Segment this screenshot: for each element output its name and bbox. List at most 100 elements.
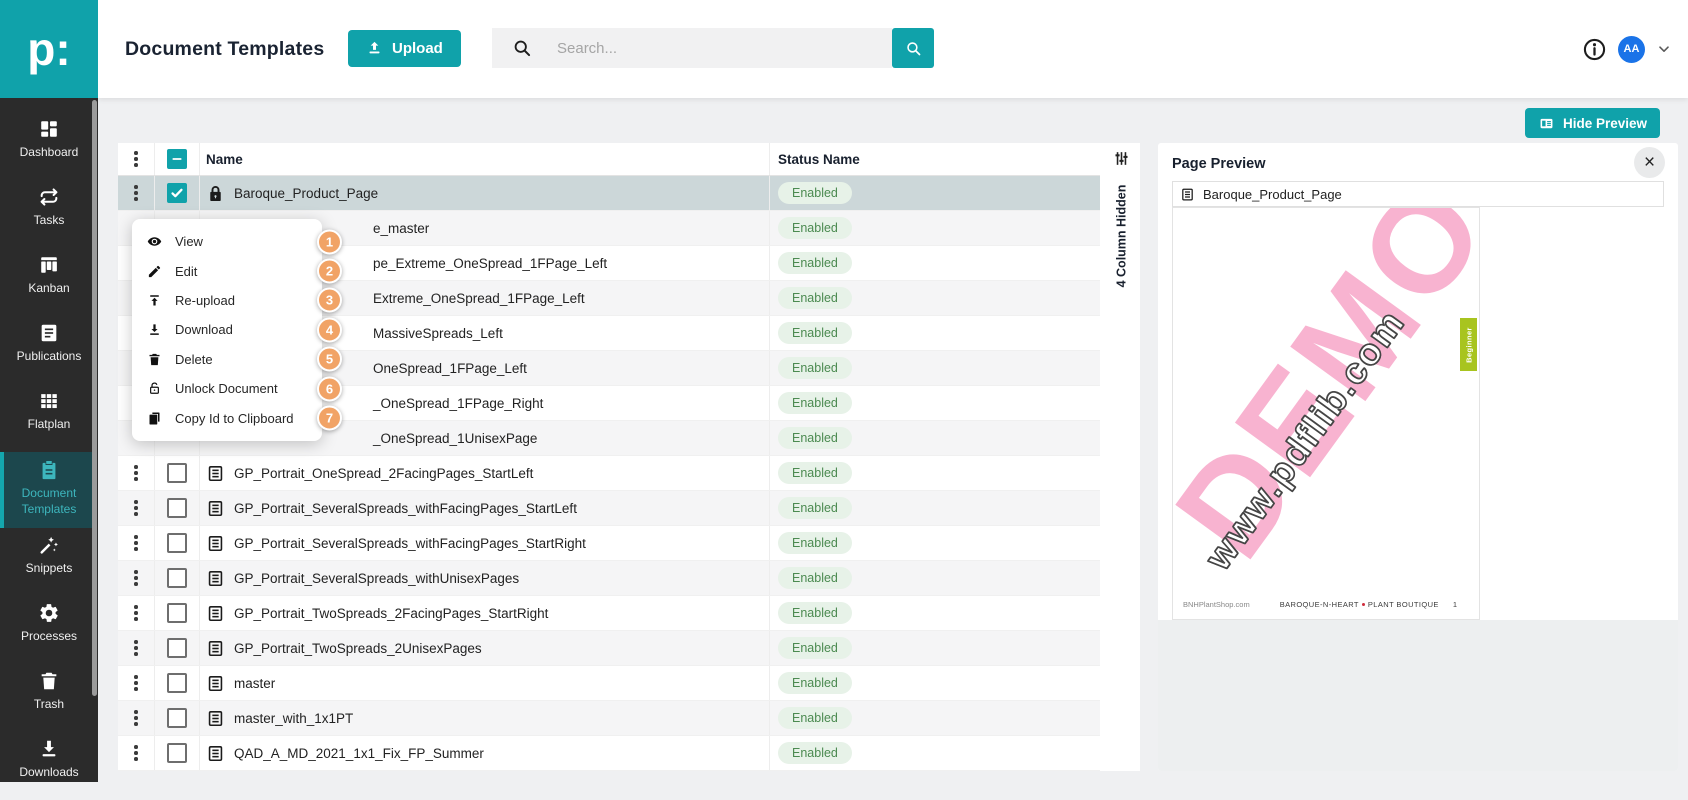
row-status-cell: Enabled: [770, 246, 1100, 280]
row-checkbox[interactable]: [167, 708, 187, 728]
hide-preview-button[interactable]: Hide Preview: [1525, 108, 1660, 138]
row-checkbox[interactable]: [167, 463, 187, 483]
header-status-cell[interactable]: Status Name: [770, 143, 1100, 175]
template-name: GP_Portrait_OneSpread_2FacingPages_Start…: [234, 466, 533, 481]
table-row[interactable]: master_with_1x1PT Enabled: [118, 701, 1100, 736]
table-row[interactable]: GP_Portrait_SeveralSpreads_withUnisexPag…: [118, 561, 1100, 596]
menu-item-copy-id-to-clipboard[interactable]: Copy Id to Clipboard 7: [132, 403, 322, 432]
row-checkbox-cell: [155, 456, 200, 490]
row-status-cell: Enabled: [770, 281, 1100, 315]
row-menu-kebab-icon[interactable]: [130, 601, 142, 625]
menu-item-re-upload[interactable]: Re-upload 3: [132, 286, 322, 315]
avatar-initials: AA: [1624, 43, 1640, 55]
sidebar-item-tasks[interactable]: Tasks: [0, 180, 98, 248]
search-input[interactable]: [555, 39, 892, 58]
row-status-cell: Enabled: [770, 351, 1100, 385]
step-badge: 1: [317, 229, 342, 254]
template-name: QAD_A_MD_2021_1x1_Fix_FP_Summer: [234, 746, 484, 761]
sidebar: p: Dashboard Tasks Kanban Publications F…: [0, 0, 98, 782]
row-menu-kebab-icon[interactable]: [130, 461, 142, 485]
row-checkbox[interactable]: [167, 743, 187, 763]
preview-title: Page Preview: [1172, 156, 1266, 172]
table-row[interactable]: QAD_A_MD_2021_1x1_Fix_FP_Summer Enabled: [118, 736, 1100, 771]
row-checkbox[interactable]: [167, 638, 187, 658]
row-name-cell: master_with_1x1PT: [200, 701, 770, 735]
table-row[interactable]: Baroque_Product_Page Enabled: [118, 176, 1100, 211]
sidebar-item-document-templates[interactable]: Document Templates: [0, 452, 94, 528]
step-badge: 4: [317, 317, 342, 342]
sidebar-item-kanban[interactable]: Kanban: [0, 248, 98, 316]
row-checkbox[interactable]: [167, 568, 187, 588]
status-badge: Enabled: [778, 532, 852, 554]
kanban-icon: [38, 254, 60, 276]
status-badge: Enabled: [778, 497, 852, 519]
avatar[interactable]: AA: [1618, 36, 1645, 63]
row-checkbox[interactable]: [167, 533, 187, 553]
row-menu-kebab-icon[interactable]: [130, 496, 142, 520]
template-name: e_master: [373, 221, 429, 236]
upload-button-label: Upload: [392, 40, 443, 57]
sidebar-item-downloads[interactable]: Downloads: [0, 732, 98, 800]
hide-preview-label: Hide Preview: [1563, 116, 1647, 131]
table-row[interactable]: GP_Portrait_SeveralSpreads_withFacingPag…: [118, 526, 1100, 561]
sidebar-item-label: Publications: [17, 349, 82, 365]
info-icon[interactable]: [1582, 37, 1607, 62]
sidebar-item-trash[interactable]: Trash: [0, 664, 98, 732]
hidden-columns-label[interactable]: 4 Column Hidden: [1115, 171, 1129, 302]
step-badge: 5: [317, 347, 342, 372]
row-menu-kebab-icon[interactable]: [130, 741, 142, 765]
column-chooser-icon[interactable]: [1112, 149, 1131, 168]
sidebar-item-snippets[interactable]: Snippets: [0, 528, 98, 596]
app-logo[interactable]: p:: [0, 0, 98, 98]
sidebar-item-flatplan[interactable]: Flatplan: [0, 384, 98, 452]
row-menu-kebab-icon[interactable]: [130, 636, 142, 660]
template-name: GP_Portrait_TwoSpreads_2UnisexPages: [234, 641, 482, 656]
table-row[interactable]: GP_Portrait_OneSpread_2FacingPages_Start…: [118, 456, 1100, 491]
row-menu-kebab-icon[interactable]: [130, 181, 142, 205]
row-status-cell: Enabled: [770, 596, 1100, 630]
table-row[interactable]: GP_Portrait_TwoSpreads_2FacingPages_Star…: [118, 596, 1100, 631]
row-menu-kebab-icon[interactable]: [130, 706, 142, 730]
select-all-checkbox[interactable]: [167, 149, 187, 169]
sidebar-scrollbar[interactable]: [92, 100, 97, 696]
row-checkbox[interactable]: [167, 183, 187, 203]
sidebar-item-dashboard[interactable]: Dashboard: [0, 112, 98, 180]
status-badge: Enabled: [778, 287, 852, 309]
chevron-down-icon[interactable]: [1656, 41, 1672, 57]
row-checkbox-cell: [155, 561, 200, 595]
unlock-icon: [147, 381, 162, 396]
upload-button[interactable]: Upload: [348, 30, 461, 67]
table-row[interactable]: GP_Portrait_TwoSpreads_2UnisexPages Enab…: [118, 631, 1100, 666]
header-kebab-icon[interactable]: [130, 147, 142, 171]
row-status-cell: Enabled: [770, 526, 1100, 560]
close-icon[interactable]: ×: [1634, 147, 1665, 178]
row-checkbox[interactable]: [167, 673, 187, 693]
search-submit-button[interactable]: [892, 28, 934, 68]
row-checkbox[interactable]: [167, 603, 187, 623]
menu-item-unlock-document[interactable]: Unlock Document 6: [132, 374, 322, 403]
beginner-tag: Beginner: [1460, 318, 1477, 371]
document-icon: [206, 639, 225, 658]
template-name: GP_Portrait_SeveralSpreads_withFacingPag…: [234, 536, 586, 551]
menu-item-view[interactable]: View 1: [132, 227, 322, 256]
dashboard-icon: [38, 118, 60, 140]
preview-document-name: Baroque_Product_Page: [1203, 187, 1342, 202]
row-menu-kebab-icon[interactable]: [130, 566, 142, 590]
template-name: master_with_1x1PT: [234, 711, 353, 726]
row-checkbox[interactable]: [167, 498, 187, 518]
header-name-cell[interactable]: Name: [200, 143, 770, 175]
menu-item-delete[interactable]: Delete 5: [132, 345, 322, 374]
menu-item-edit[interactable]: Edit 2: [132, 256, 322, 285]
status-badge: Enabled: [778, 567, 852, 589]
template-name: pe_Extreme_OneSpread_1FPage_Left: [373, 256, 607, 271]
sidebar-item-label: Downloads: [19, 765, 78, 781]
row-menu-kebab-icon[interactable]: [130, 671, 142, 695]
table-row[interactable]: master Enabled: [118, 666, 1100, 701]
sidebar-item-processes[interactable]: Processes: [0, 596, 98, 664]
sidebar-item-publications[interactable]: Publications: [0, 316, 98, 384]
row-menu-kebab-icon[interactable]: [130, 531, 142, 555]
menu-item-download[interactable]: Download 4: [132, 315, 322, 344]
table-row[interactable]: GP_Portrait_SeveralSpreads_withFacingPag…: [118, 491, 1100, 526]
row-status-cell: Enabled: [770, 631, 1100, 665]
preview-page: DEMO www.pdflib.com Beginner BNHPlantSho…: [1172, 207, 1480, 620]
